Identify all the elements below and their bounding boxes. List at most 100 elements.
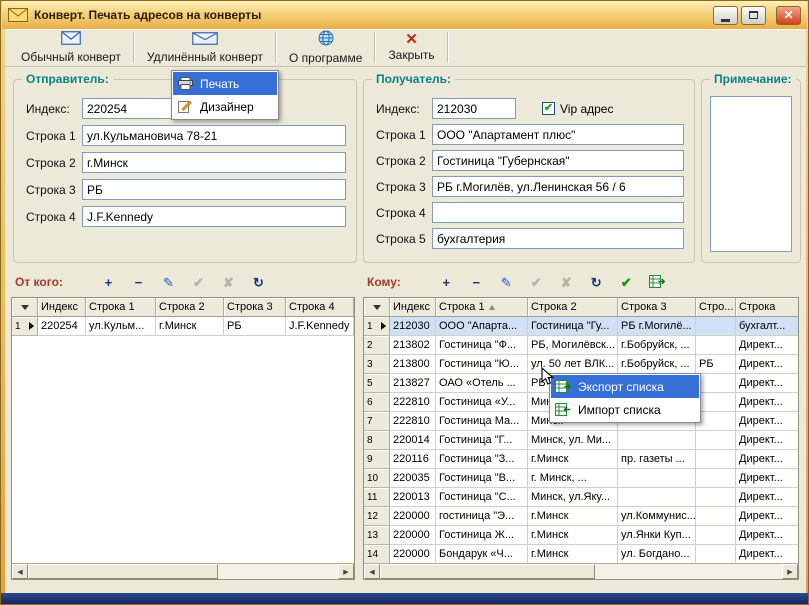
grid-cell[interactable]: Директ...	[736, 488, 798, 507]
checkbox-checked-icon[interactable]: ✔	[542, 102, 555, 115]
grid-cell[interactable]: г.Бобруйск, ...	[618, 336, 696, 355]
grid-cell[interactable]: J.F.Kennedy	[286, 317, 354, 336]
confirm-tool-icon[interactable]: ✔	[191, 276, 206, 289]
grid-cell[interactable]	[618, 469, 696, 488]
grid-cell[interactable]: Минск, ул. Ми...	[528, 431, 618, 450]
grid-cell[interactable]: ул.Янки Куп...	[618, 526, 696, 545]
about-button[interactable]: О программе	[279, 30, 372, 65]
grid-cell[interactable]: Бондарук «Ч...	[436, 545, 528, 563]
field-input[interactable]	[432, 202, 684, 223]
grid-cell[interactable]: г.Бобруйск, ...	[618, 355, 696, 374]
grid-row[interactable]: 10220035Гостиница "В...г. Минск, ...Дире…	[364, 469, 798, 488]
grid-cell[interactable]: Директ...	[736, 393, 798, 412]
grid-row[interactable]: 3213800Гостиница "Ю...ул. 50 лет ВЛК...г…	[364, 355, 798, 374]
grid-cell[interactable]: 220014	[390, 431, 436, 450]
grid-cell[interactable]: 220000	[390, 526, 436, 545]
minimize-button[interactable]	[713, 6, 738, 25]
grid-cell[interactable]: Гостиница "З...	[436, 450, 528, 469]
grid-cell[interactable]: ООО "Апарта...	[436, 317, 528, 336]
grid-cell[interactable]	[696, 488, 736, 507]
grid-row[interactable]: 8220014Гостиница "Г...Минск, ул. Ми...Ди…	[364, 431, 798, 450]
grid-cell[interactable]: 220254	[38, 317, 86, 336]
grid-cell[interactable]: Гостиница "В...	[436, 469, 528, 488]
close-button[interactable]: ✕	[776, 6, 801, 25]
sender-index-input[interactable]	[82, 98, 182, 119]
menu-item[interactable]: Дизайнер	[173, 95, 277, 118]
grid-cell[interactable]	[696, 336, 736, 355]
remove-tool-icon[interactable]: −	[131, 276, 146, 289]
grid-cell[interactable]: Гостиница "Ф...	[436, 336, 528, 355]
field-input[interactable]	[82, 125, 346, 146]
remove-tool-icon[interactable]: −	[469, 276, 484, 289]
column-header[interactable]: Строка 3	[224, 298, 286, 317]
scroll-right-button[interactable]: ▶	[338, 564, 354, 579]
grid-cell[interactable]: 213802	[390, 336, 436, 355]
menu-item[interactable]: Экспорт списка	[551, 375, 699, 398]
scroll-track[interactable]	[380, 564, 782, 579]
grid-cell[interactable]: Директ...	[736, 507, 798, 526]
export-tool-icon[interactable]	[649, 275, 664, 290]
field-input[interactable]	[432, 124, 684, 145]
grid-cell[interactable]: Директ...	[736, 412, 798, 431]
grid-row[interactable]: 9220116Гостиница "З...г.Минскпр. газеты …	[364, 450, 798, 469]
column-header[interactable]: Индекс	[38, 298, 86, 317]
grid-cell[interactable]: г. Минск, ...	[528, 469, 618, 488]
grid-cell[interactable]: 213827	[390, 374, 436, 393]
grid-cell[interactable]: ул.Коммунис...	[618, 507, 696, 526]
grid-cell[interactable]: 213800	[390, 355, 436, 374]
grid-cell[interactable]: Гостиница "Г...	[436, 431, 528, 450]
grid-row[interactable]: 12220000гостиница "Э...г.Минскул.Коммуни…	[364, 507, 798, 526]
grid-cell[interactable]: Директ...	[736, 469, 798, 488]
column-header[interactable]: Строка 1	[436, 298, 528, 317]
from-grid[interactable]: ИндексСтрока 1Строка 2Строка 3Строка 412…	[11, 297, 355, 580]
grid-cell[interactable]: г.Минск	[528, 450, 618, 469]
title-bar[interactable]: Конверт. Печать адресов на конверты ✕	[2, 1, 807, 29]
grid-cell[interactable]	[696, 545, 736, 563]
grid-cell[interactable]: РБ	[696, 355, 736, 374]
refresh-tool-icon[interactable]: ↻	[251, 276, 266, 289]
grid-cell[interactable]: РБ, Могилёвск...	[528, 336, 618, 355]
grid-cell[interactable]: Директ...	[736, 336, 798, 355]
grid-cell[interactable]: 220000	[390, 545, 436, 563]
grid-cell[interactable]: ОАО «Отель ...	[436, 374, 528, 393]
edit-tool-icon[interactable]: ✎	[499, 276, 514, 289]
grid-row[interactable]: 13220000Гостиница Ж...г.Минскул.Янки Куп…	[364, 526, 798, 545]
column-header[interactable]: Индекс	[390, 298, 436, 317]
grid-row[interactable]: 2213802Гостиница "Ф...РБ, Могилёвск...г.…	[364, 336, 798, 355]
grid-cell[interactable]	[696, 469, 736, 488]
scroll-thumb[interactable]	[28, 564, 218, 579]
grid-filter-button[interactable]	[12, 298, 38, 317]
grid-cell[interactable]	[696, 526, 736, 545]
grid-cell[interactable]	[696, 431, 736, 450]
grid-filter-button[interactable]	[364, 298, 390, 317]
grid-cell[interactable]	[618, 431, 696, 450]
grid-cell[interactable]: Гостиница "Ю...	[436, 355, 528, 374]
add-tool-icon[interactable]: +	[439, 276, 454, 289]
field-input[interactable]	[82, 206, 346, 227]
grid-cell[interactable]	[696, 507, 736, 526]
grid-cell[interactable]: Гостиница Ж...	[436, 526, 528, 545]
column-header[interactable]: Строка 2	[528, 298, 618, 317]
grid-cell[interactable]: Директ...	[736, 431, 798, 450]
grid-cell[interactable]: Директ...	[736, 526, 798, 545]
menu-item[interactable]: Печать	[173, 72, 277, 95]
scroll-thumb[interactable]	[380, 564, 595, 579]
grid-cell[interactable]: 212030	[390, 317, 436, 336]
scroll-track[interactable]	[28, 564, 338, 579]
grid-cell[interactable]: РБ г.Могилё...	[618, 317, 696, 336]
grid-cell[interactable]: г.Минск	[528, 507, 618, 526]
field-input[interactable]	[432, 176, 684, 197]
grid-row[interactable]: 14220000Бондарук «Ч...г.Минскул. Богдано…	[364, 545, 798, 563]
scroll-left-button[interactable]: ◀	[364, 564, 380, 579]
grid-cell[interactable]	[696, 393, 736, 412]
column-header[interactable]: Строка 3	[618, 298, 696, 317]
column-header[interactable]: Строка	[736, 298, 798, 317]
long-envelope-button[interactable]: Удлинённый конверт	[137, 30, 273, 65]
grid-cell[interactable]: пр. газеты ...	[618, 450, 696, 469]
field-input[interactable]	[432, 228, 684, 249]
field-input[interactable]	[82, 179, 346, 200]
grid-cell[interactable]: Директ...	[736, 450, 798, 469]
to-grid[interactable]: ИндексСтрока 1Строка 2Строка 3Стро...Стр…	[363, 297, 799, 580]
normal-envelope-button[interactable]: Обычный конверт	[11, 30, 131, 65]
grid-cell[interactable]: г.Минск	[156, 317, 224, 336]
